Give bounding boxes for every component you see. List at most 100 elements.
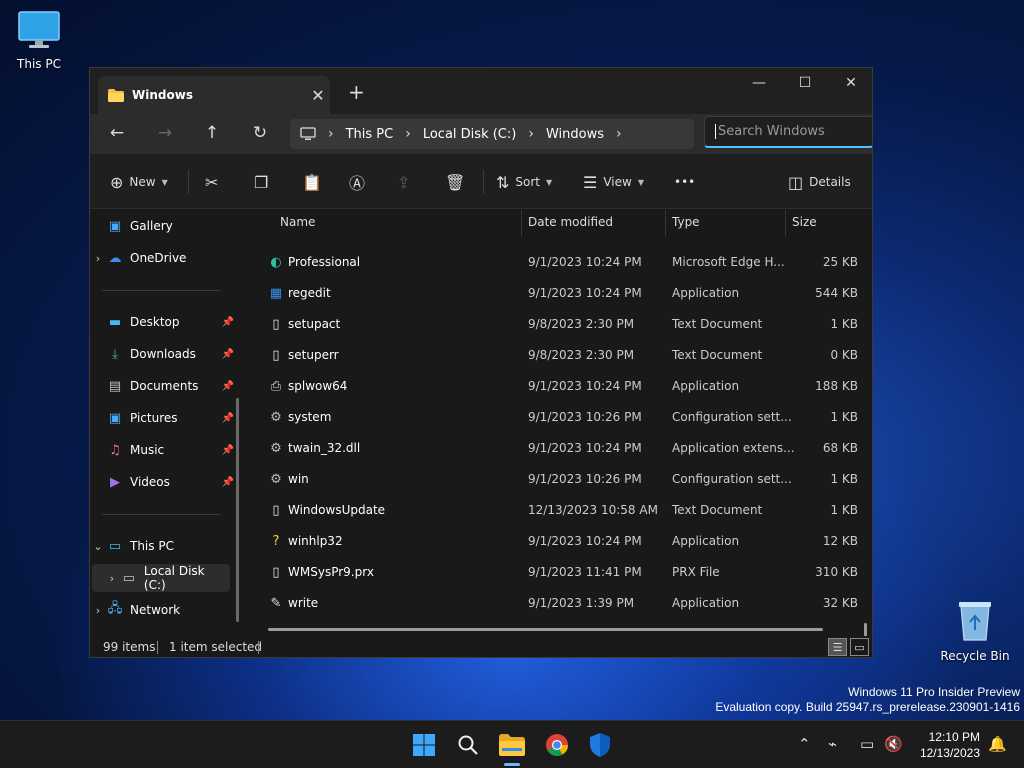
back-button[interactable]: ← bbox=[102, 120, 132, 146]
file-row[interactable]: ▯ WindowsUpdate 12/13/2023 10:58 AM Text Do… bbox=[250, 495, 860, 526]
chevron-right-icon[interactable]: › bbox=[90, 604, 106, 617]
sidebar-item-gallery[interactable]: ▣ Gallery bbox=[90, 212, 246, 240]
breadcrumb-windows[interactable]: Windows bbox=[546, 127, 604, 142]
sidebar-divider bbox=[102, 514, 220, 515]
search-icon bbox=[458, 735, 478, 755]
desktop-icon-label: This PC bbox=[17, 57, 61, 71]
chevron-up-icon[interactable]: ⌃ bbox=[798, 735, 811, 753]
details-pane-button[interactable]: ◫ Details bbox=[788, 168, 851, 196]
file-list: Name ^ Date modified Type Size ▯ PFRO 9/8/… bbox=[250, 210, 872, 640]
share-button[interactable]: ⇪ bbox=[397, 168, 410, 196]
column-header-type[interactable]: Type bbox=[672, 215, 700, 229]
paste-button[interactable]: 📋 bbox=[302, 168, 322, 196]
sidebar-item-music[interactable]: ♫ Music 📌 bbox=[90, 436, 246, 464]
chevron-right-icon[interactable]: › bbox=[104, 572, 120, 585]
pin-icon[interactable]: 📌 bbox=[222, 381, 234, 392]
chevron-right-icon: › bbox=[328, 126, 334, 142]
sidebar-item-label: Local Disk (C:) bbox=[143, 564, 205, 592]
chevron-right-icon[interactable]: › bbox=[616, 126, 622, 142]
tiles-view-button[interactable]: ▭ bbox=[850, 638, 869, 656]
notification-bell-icon[interactable]: 🔔 bbox=[988, 735, 1007, 753]
file-row[interactable]: ▯ setuperr 9/8/2023 2:30 PM Text Document 0 … bbox=[250, 340, 860, 371]
taskbar-security[interactable] bbox=[584, 729, 616, 761]
up-button[interactable]: ↑ bbox=[197, 120, 227, 146]
file-date: 9/8/2023 2:30 PM bbox=[528, 317, 635, 331]
sidebar-item-documents[interactable]: ▤ Documents 📌 bbox=[90, 372, 246, 400]
taskbar-file-explorer[interactable] bbox=[496, 729, 528, 761]
minimize-button[interactable]: — bbox=[736, 68, 782, 98]
rename-button[interactable]: Ⓐ bbox=[349, 168, 365, 196]
pin-icon[interactable]: 📌 bbox=[222, 445, 234, 456]
network-icon: 🖧 bbox=[107, 601, 123, 616]
file-size: 68 KB bbox=[822, 441, 858, 455]
new-tab-button[interactable]: + bbox=[348, 80, 365, 104]
network-offline-icon[interactable]: ⌁ bbox=[828, 735, 837, 753]
sidebar-item-pictures[interactable]: ▣ Pictures 📌 bbox=[90, 404, 246, 432]
sidebar-item-local-disk[interactable]: › ▭ Local Disk (C:) bbox=[92, 564, 230, 592]
sidebar-item-videos[interactable]: ▶ Videos 📌 bbox=[90, 468, 246, 496]
pin-icon[interactable]: 📌 bbox=[222, 317, 234, 328]
address-bar[interactable]: › This PC › Local Disk (C:) › Windows › bbox=[290, 119, 694, 149]
music-icon: ♫ bbox=[109, 442, 121, 458]
desktop-icon-recycle-bin[interactable]: Recycle Bin bbox=[937, 598, 1013, 663]
file-row[interactable]: ▯ setupact 9/8/2023 2:30 PM Text Document 1 … bbox=[250, 309, 860, 340]
column-header-date[interactable]: Date modified bbox=[528, 215, 613, 229]
pin-icon[interactable]: 📌 bbox=[222, 349, 234, 360]
forward-button[interactable]: → bbox=[150, 120, 180, 146]
monitor-tray-icon[interactable]: ▭ bbox=[860, 735, 874, 753]
file-row[interactable]: ? winhlp32 9/1/2023 10:24 PM Application 12 … bbox=[250, 526, 860, 557]
pin-icon[interactable]: 📌 bbox=[222, 413, 234, 424]
pin-icon[interactable]: 📌 bbox=[222, 477, 234, 488]
file-row[interactable]: ⚙ win 9/1/2023 10:26 PM Configuration sett.… bbox=[250, 464, 860, 495]
sidebar-item-label: Downloads bbox=[130, 347, 196, 361]
breadcrumb-this-pc[interactable]: This PC bbox=[346, 127, 394, 142]
search-button[interactable] bbox=[452, 729, 484, 761]
file-icon: ▯ bbox=[272, 316, 280, 332]
breadcrumb-local-disk[interactable]: Local Disk (C:) bbox=[423, 127, 516, 142]
chevron-right-icon[interactable]: › bbox=[90, 252, 106, 265]
tab-windows[interactable]: Windows ✕ bbox=[98, 76, 330, 114]
file-row[interactable]: ⚙ twain_32.dll 9/1/2023 10:24 PM Applicatio… bbox=[250, 433, 860, 464]
file-row[interactable]: ✎ write 9/1/2023 1:39 PM Application 32 KB bbox=[250, 588, 860, 619]
new-button[interactable]: ⊕ New ▼ bbox=[110, 168, 168, 196]
volume-muted-icon[interactable]: 🔇 bbox=[884, 735, 903, 753]
sidebar-item-desktop[interactable]: ▬ Desktop 📌 bbox=[90, 308, 246, 336]
file-row[interactable]: ⚙ system 9/1/2023 10:26 PM Configuration se… bbox=[250, 402, 860, 433]
horizontal-scrollbar[interactable] bbox=[268, 628, 823, 631]
start-button[interactable] bbox=[408, 729, 440, 761]
cut-button[interactable]: ✂ bbox=[205, 168, 218, 196]
search-box[interactable] bbox=[704, 116, 872, 148]
chevron-down-icon[interactable]: ⌄ bbox=[90, 540, 106, 553]
file-row[interactable]: ▯ WMSysPr9.prx 9/1/2023 11:41 PM PRX File 31… bbox=[250, 557, 860, 588]
sidebar-item-downloads[interactable]: ⤓ Downloads 📌 bbox=[90, 340, 246, 368]
taskbar-chrome[interactable] bbox=[541, 729, 573, 761]
tab-close-button[interactable]: ✕ bbox=[306, 86, 330, 105]
sidebar-item-this-pc[interactable]: ⌄ ▭ This PC bbox=[90, 532, 246, 560]
view-button[interactable]: ☰ View ▼ bbox=[583, 168, 644, 196]
sidebar-item-network[interactable]: › 🖧 Network bbox=[90, 596, 246, 624]
sidebar-scrollbar[interactable] bbox=[236, 398, 239, 622]
sort-button[interactable]: ⇅ Sort ▼ bbox=[496, 168, 552, 196]
desktop-icon-this-pc[interactable]: This PC bbox=[1, 10, 77, 71]
file-date: 9/1/2023 10:24 PM bbox=[528, 534, 642, 548]
file-row[interactable]: ⎙ splwow64 9/1/2023 10:24 PM Application 188… bbox=[250, 371, 860, 402]
copy-button[interactable]: ❐ bbox=[254, 168, 268, 196]
trash-icon: 🗑 bbox=[445, 172, 466, 192]
file-row[interactable]: ◐ Professional 9/1/2023 10:24 PM Microsoft … bbox=[250, 247, 860, 278]
delete-button[interactable]: 🗑 bbox=[445, 168, 465, 196]
maximize-button[interactable]: ☐ bbox=[782, 68, 828, 98]
sidebar-item-onedrive[interactable]: › ☁ OneDrive bbox=[90, 244, 246, 272]
close-button[interactable]: ✕ bbox=[828, 68, 872, 98]
clock[interactable]: 12:10 PM 12/13/2023 bbox=[920, 729, 980, 761]
search-input[interactable] bbox=[715, 124, 855, 139]
more-options-button[interactable]: ••• bbox=[674, 168, 695, 196]
details-view-button[interactable]: ☰ bbox=[828, 638, 847, 656]
column-header-size[interactable]: Size bbox=[792, 215, 817, 229]
clipboard-icon: 📋 bbox=[302, 172, 322, 192]
column-header-name[interactable]: Name bbox=[280, 215, 315, 229]
details-button-label: Details bbox=[809, 175, 851, 189]
file-icon: ▯ bbox=[272, 502, 280, 518]
folder-icon bbox=[108, 88, 124, 102]
file-row[interactable]: ▦ regedit 9/1/2023 10:24 PM Application 544 … bbox=[250, 278, 860, 309]
refresh-button[interactable]: ↻ bbox=[245, 120, 275, 146]
